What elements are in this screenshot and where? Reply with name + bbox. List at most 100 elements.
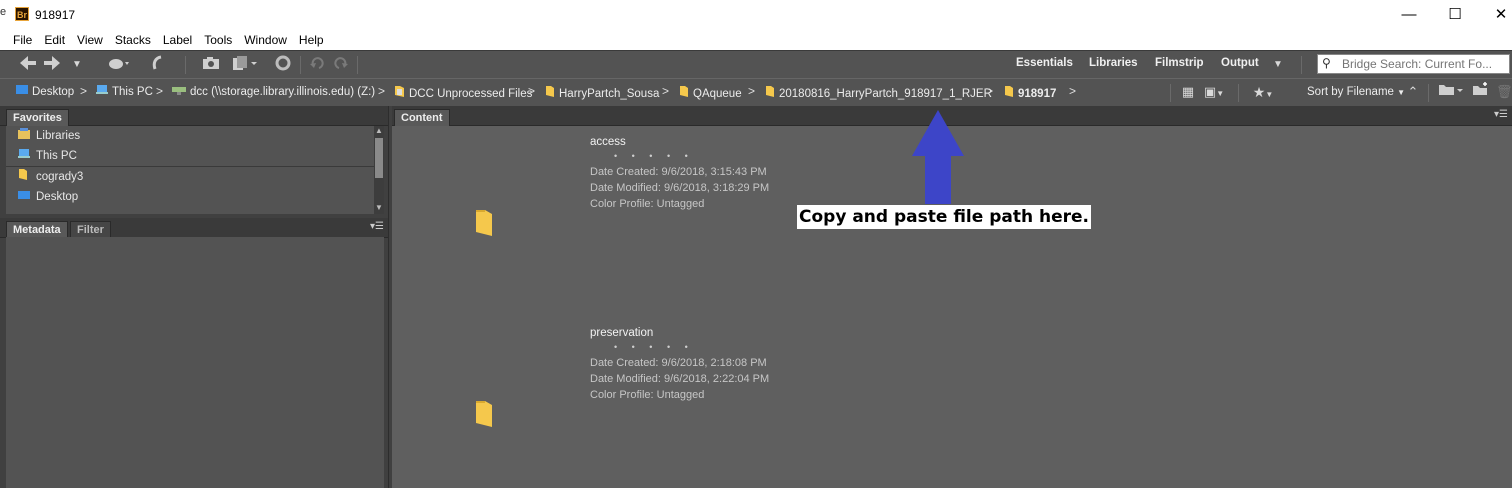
- menu-tools[interactable]: Tools: [198, 30, 238, 50]
- window-title: 918917: [35, 8, 76, 22]
- workspace-output[interactable]: Output: [1221, 57, 1259, 69]
- breadcrumb-desktop[interactable]: Desktop: [16, 85, 74, 98]
- scroll-down-icon[interactable]: ▼: [374, 203, 384, 212]
- open-in-camera-raw-icon[interactable]: [272, 55, 294, 75]
- menu-file[interactable]: File: [7, 30, 38, 50]
- menu-label[interactable]: Label: [157, 30, 198, 50]
- breadcrumb-chevron-icon[interactable]: >: [156, 84, 163, 98]
- breadcrumb-chevron-icon[interactable]: >: [662, 84, 669, 98]
- color-profile: Color Profile: Untagged: [590, 389, 705, 401]
- workspace-dropdown-icon[interactable]: ▼: [1270, 55, 1286, 75]
- content-panel-menu-icon[interactable]: ▾☰: [1494, 109, 1508, 120]
- computer-icon: [18, 146, 30, 166]
- favorite-this-pc[interactable]: This PC: [6, 146, 374, 166]
- desktop-icon: [16, 85, 28, 98]
- star-filter-icon[interactable]: ★▼: [1248, 82, 1278, 102]
- panel-menu-icon[interactable]: ▾☰: [370, 221, 384, 232]
- rotate-left-icon[interactable]: [308, 55, 326, 75]
- thumbnail-quality-icon[interactable]: ▣▼: [1201, 82, 1227, 102]
- maximize-button[interactable]: ☐: [1432, 4, 1478, 26]
- favorite-cogrady3[interactable]: cogrady3: [6, 167, 374, 187]
- camera-icon[interactable]: [200, 55, 222, 75]
- edge-glyph: e: [0, 6, 7, 18]
- breadcrumb-918917[interactable]: 918917: [1004, 85, 1056, 100]
- rating-dots[interactable]: • • • • •: [614, 151, 694, 161]
- folder-icon: [394, 85, 405, 100]
- breadcrumb-chevron-icon[interactable]: >: [1069, 84, 1076, 98]
- search-box[interactable]: ⚲: [1317, 54, 1510, 74]
- folder-name: preservation: [590, 327, 654, 339]
- breadcrumb-network-drive[interactable]: dcc (\\storage.library.illinois.edu) (Z:…: [172, 85, 375, 98]
- breadcrumb-20180816-folder[interactable]: 20180816_HarryPartch_918917_1_RJER: [765, 85, 992, 100]
- toolbar-separator: [300, 56, 301, 74]
- menu-edit[interactable]: Edit: [38, 30, 71, 50]
- favorites-list: Libraries This PC cogrady3 Desktop: [6, 126, 374, 214]
- network-drive-icon: [172, 85, 186, 98]
- back-arrow-icon[interactable]: [18, 55, 38, 75]
- favorites-scrollbar[interactable]: ▲ ▼: [374, 126, 384, 214]
- delete-icon[interactable]: 🗑: [1496, 82, 1512, 102]
- bridge-app-icon: Br: [15, 7, 29, 21]
- breadcrumb-chevron-icon[interactable]: >: [80, 84, 87, 98]
- menu-view[interactable]: View: [71, 30, 109, 50]
- folder-icon: [765, 85, 775, 100]
- quality-grid-icon[interactable]: ▦: [1180, 82, 1196, 102]
- rotate-right-icon[interactable]: [332, 55, 350, 75]
- toolbar-separator: [357, 56, 358, 74]
- breadcrumb-qaqueue[interactable]: QAqueue: [679, 85, 742, 100]
- desktop-icon: [18, 187, 30, 207]
- favorite-libraries[interactable]: Libraries: [6, 126, 374, 146]
- sort-by-filename[interactable]: Sort by Filename ▼: [1307, 86, 1405, 98]
- breadcrumb-dcc-unprocessed[interactable]: DCC Unprocessed Files: [394, 85, 532, 100]
- breadcrumb-chevron-icon[interactable]: >: [748, 84, 755, 98]
- close-button[interactable]: ✕: [1478, 4, 1512, 26]
- menu-window[interactable]: Window: [238, 30, 293, 50]
- path-bar: Desktop > This PC > dcc (\\storage.libra…: [0, 78, 1512, 106]
- date-created: Date Created: 9/6/2018, 2:18:08 PM: [590, 357, 767, 369]
- scroll-up-icon[interactable]: ▲: [374, 126, 384, 135]
- recent-dropdown-icon[interactable]: ▼: [70, 55, 84, 75]
- sort-ascending-icon[interactable]: ⌃: [1404, 82, 1422, 102]
- favorites-tabbar: Favorites: [0, 106, 388, 126]
- workspace-filmstrip[interactable]: Filmstrip: [1155, 57, 1204, 69]
- menu-bar: File Edit View Stacks Label Tools Window…: [0, 30, 1512, 50]
- refine-icon[interactable]: [230, 55, 260, 75]
- pathbar-separator: [1238, 84, 1239, 102]
- workspace-libraries[interactable]: Libraries: [1089, 57, 1138, 69]
- tab-filter[interactable]: Filter: [70, 221, 111, 238]
- computer-icon: [96, 85, 108, 98]
- toolbar-separator: [1301, 56, 1302, 74]
- breadcrumb-chevron-icon[interactable]: >: [986, 84, 993, 98]
- toolbar-separator: [185, 56, 186, 74]
- annotation-arrow-icon: [912, 110, 964, 204]
- date-modified: Date Modified: 9/6/2018, 3:18:29 PM: [590, 182, 770, 194]
- search-input[interactable]: [1342, 56, 1508, 72]
- boomerang-icon[interactable]: [106, 55, 132, 75]
- open-recent-folder-icon[interactable]: [1437, 82, 1465, 102]
- user-folder-icon: [18, 167, 28, 187]
- minimize-button[interactable]: —: [1386, 4, 1432, 26]
- new-folder-icon[interactable]: [1472, 82, 1490, 102]
- pathbar-separator: [1428, 84, 1429, 102]
- rating-dots[interactable]: • • • • •: [614, 342, 694, 352]
- tab-metadata[interactable]: Metadata: [6, 221, 68, 238]
- reveal-recent-icon[interactable]: [148, 55, 166, 75]
- date-created: Date Created: 9/6/2018, 3:15:43 PM: [590, 166, 767, 178]
- breadcrumb-harrypartch-sousa[interactable]: HarryPartch_Sousa: [545, 85, 659, 100]
- workspace-essentials[interactable]: Essentials: [1016, 57, 1073, 69]
- scroll-thumb[interactable]: [375, 138, 383, 178]
- folder-icon: [474, 399, 494, 430]
- breadcrumb-chevron-icon[interactable]: >: [378, 84, 385, 98]
- favorite-desktop[interactable]: Desktop: [6, 187, 374, 207]
- toolbar: ▼ Essentials Libraries Filmstrip Output …: [0, 50, 1512, 78]
- menu-help[interactable]: Help: [293, 30, 330, 50]
- tab-content[interactable]: Content: [394, 109, 450, 126]
- menu-stacks[interactable]: Stacks: [109, 30, 157, 50]
- folder-icon: [545, 85, 555, 100]
- date-modified: Date Modified: 9/6/2018, 2:22:04 PM: [590, 373, 770, 385]
- breadcrumb-chevron-icon[interactable]: >: [528, 84, 535, 98]
- breadcrumb-this-pc[interactable]: This PC: [96, 85, 153, 98]
- libraries-icon: [18, 126, 30, 146]
- tab-favorites[interactable]: Favorites: [6, 109, 69, 126]
- forward-arrow-icon[interactable]: [42, 55, 62, 75]
